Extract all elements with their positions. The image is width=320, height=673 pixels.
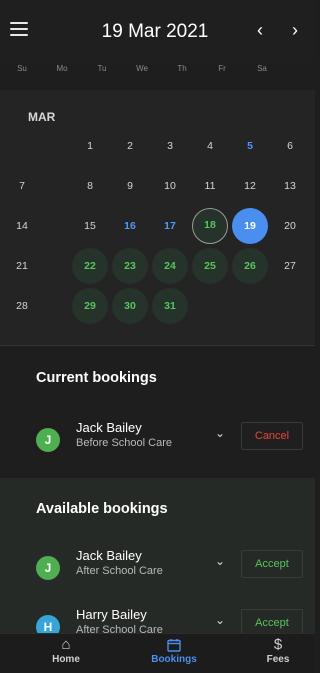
calendar-day[interactable]: 27 (272, 248, 308, 284)
cancel-button[interactable]: Cancel (241, 422, 303, 450)
nav-label: Bookings (151, 654, 197, 665)
page-title: 19 Mar 2021 (101, 21, 209, 42)
calendar-day[interactable]: 4 (192, 128, 228, 164)
calendar-icon (139, 634, 209, 654)
menu-icon[interactable] (10, 22, 28, 38)
nav-fees[interactable]: $ Fees (243, 634, 313, 673)
weekday-label: Su (17, 64, 27, 73)
calendar-day[interactable]: 7 (4, 168, 40, 204)
calendar-day[interactable]: 10 (152, 168, 188, 204)
nav-home[interactable]: ⌂ Home (31, 634, 101, 673)
calendar-day[interactable]: 9 (112, 168, 148, 204)
calendar-day[interactable]: 21 (4, 248, 40, 284)
avatar: J (36, 556, 60, 580)
chevron-down-icon[interactable]: ⌄ (211, 554, 229, 572)
calendar-day[interactable]: 29 (72, 288, 108, 324)
weekday-label: We (136, 64, 148, 73)
home-icon: ⌂ (61, 636, 71, 653)
weekday-row: Su Mo Tu We Th Fr Sa (0, 64, 315, 84)
calendar-day[interactable]: 28 (4, 288, 40, 324)
weekday-label: Sa (257, 64, 267, 73)
calendar-day[interactable]: 26 (232, 248, 268, 284)
calendar-day[interactable]: 14 (4, 208, 40, 244)
nav-label: Home (52, 654, 80, 665)
calendar-day[interactable]: 12 (232, 168, 268, 204)
available-bookings-title: Available bookings (36, 501, 168, 517)
calendar-day[interactable]: 24 (152, 248, 188, 284)
calendar-day[interactable]: 1 (72, 128, 108, 164)
calendar-day[interactable]: 3 (152, 128, 188, 164)
booking-item: J Jack Bailey Before School Care ⌄ Cance… (0, 420, 315, 466)
nav-bookings[interactable]: Bookings (139, 634, 209, 673)
booking-item: J Jack Bailey After School Care ⌄ Accept (0, 548, 315, 594)
calendar-day[interactable]: 31 (152, 288, 188, 324)
calendar-day[interactable]: 6 (272, 128, 308, 164)
accept-button[interactable]: Accept (241, 550, 303, 578)
child-name: Harry Bailey (76, 607, 147, 622)
calendar-day[interactable]: 2 (112, 128, 148, 164)
calendar-day[interactable]: 15 (72, 208, 108, 244)
calendar-day[interactable]: 19 (232, 208, 268, 244)
avatar: J (36, 428, 60, 452)
calendar-day[interactable]: 17 (152, 208, 188, 244)
booking-type: After School Care (76, 624, 163, 633)
booking-item: H Harry Bailey After School Care ⌄ Accep… (0, 607, 315, 633)
nav-label: Fees (266, 654, 290, 665)
calendar-day[interactable]: 20 (272, 208, 308, 244)
child-name: Jack Bailey (76, 420, 142, 435)
next-date-button[interactable]: › (285, 20, 305, 42)
chevron-down-icon[interactable]: ⌄ (211, 613, 229, 631)
chevron-down-icon[interactable]: ⌄ (211, 426, 229, 444)
avatar: H (36, 615, 60, 633)
accept-button[interactable]: Accept (241, 609, 303, 633)
booking-type: After School Care (76, 565, 163, 577)
bottom-navigation: ⌂ Home Bookings $ Fees (0, 633, 315, 673)
calendar-day[interactable]: 16 (112, 208, 148, 244)
calendar-day[interactable]: 25 (192, 248, 228, 284)
child-name: Jack Bailey (76, 548, 142, 563)
current-bookings-title: Current bookings (36, 370, 157, 386)
weekday-label: Fr (218, 64, 226, 73)
calendar-day[interactable]: 18 (192, 208, 228, 244)
calendar-day[interactable]: 8 (72, 168, 108, 204)
calendar-day[interactable]: 11 (192, 168, 228, 204)
calendar-day[interactable]: 22 (72, 248, 108, 284)
calendar-day[interactable]: 13 (272, 168, 308, 204)
weekday-label: Th (177, 64, 187, 73)
booking-type: Before School Care (76, 437, 172, 449)
previous-date-button[interactable]: ‹ (250, 20, 270, 42)
divider (0, 345, 315, 346)
app-header: 19 Mar 2021 ‹ › (0, 0, 315, 62)
dollar-icon: $ (273, 636, 283, 653)
weekday-label: Tu (97, 64, 107, 73)
month-calendar: MAR 1 2 3 4 5 6 7 8 9 10 11 12 13 14 15 16 17 18 19 20 21 22 2… (0, 90, 315, 345)
calendar-day[interactable]: 30 (112, 288, 148, 324)
month-label: MAR (28, 110, 56, 124)
calendar-day[interactable]: 5 (232, 128, 268, 164)
weekday-label: Mo (56, 64, 68, 73)
calendar-day[interactable]: 23 (112, 248, 148, 284)
